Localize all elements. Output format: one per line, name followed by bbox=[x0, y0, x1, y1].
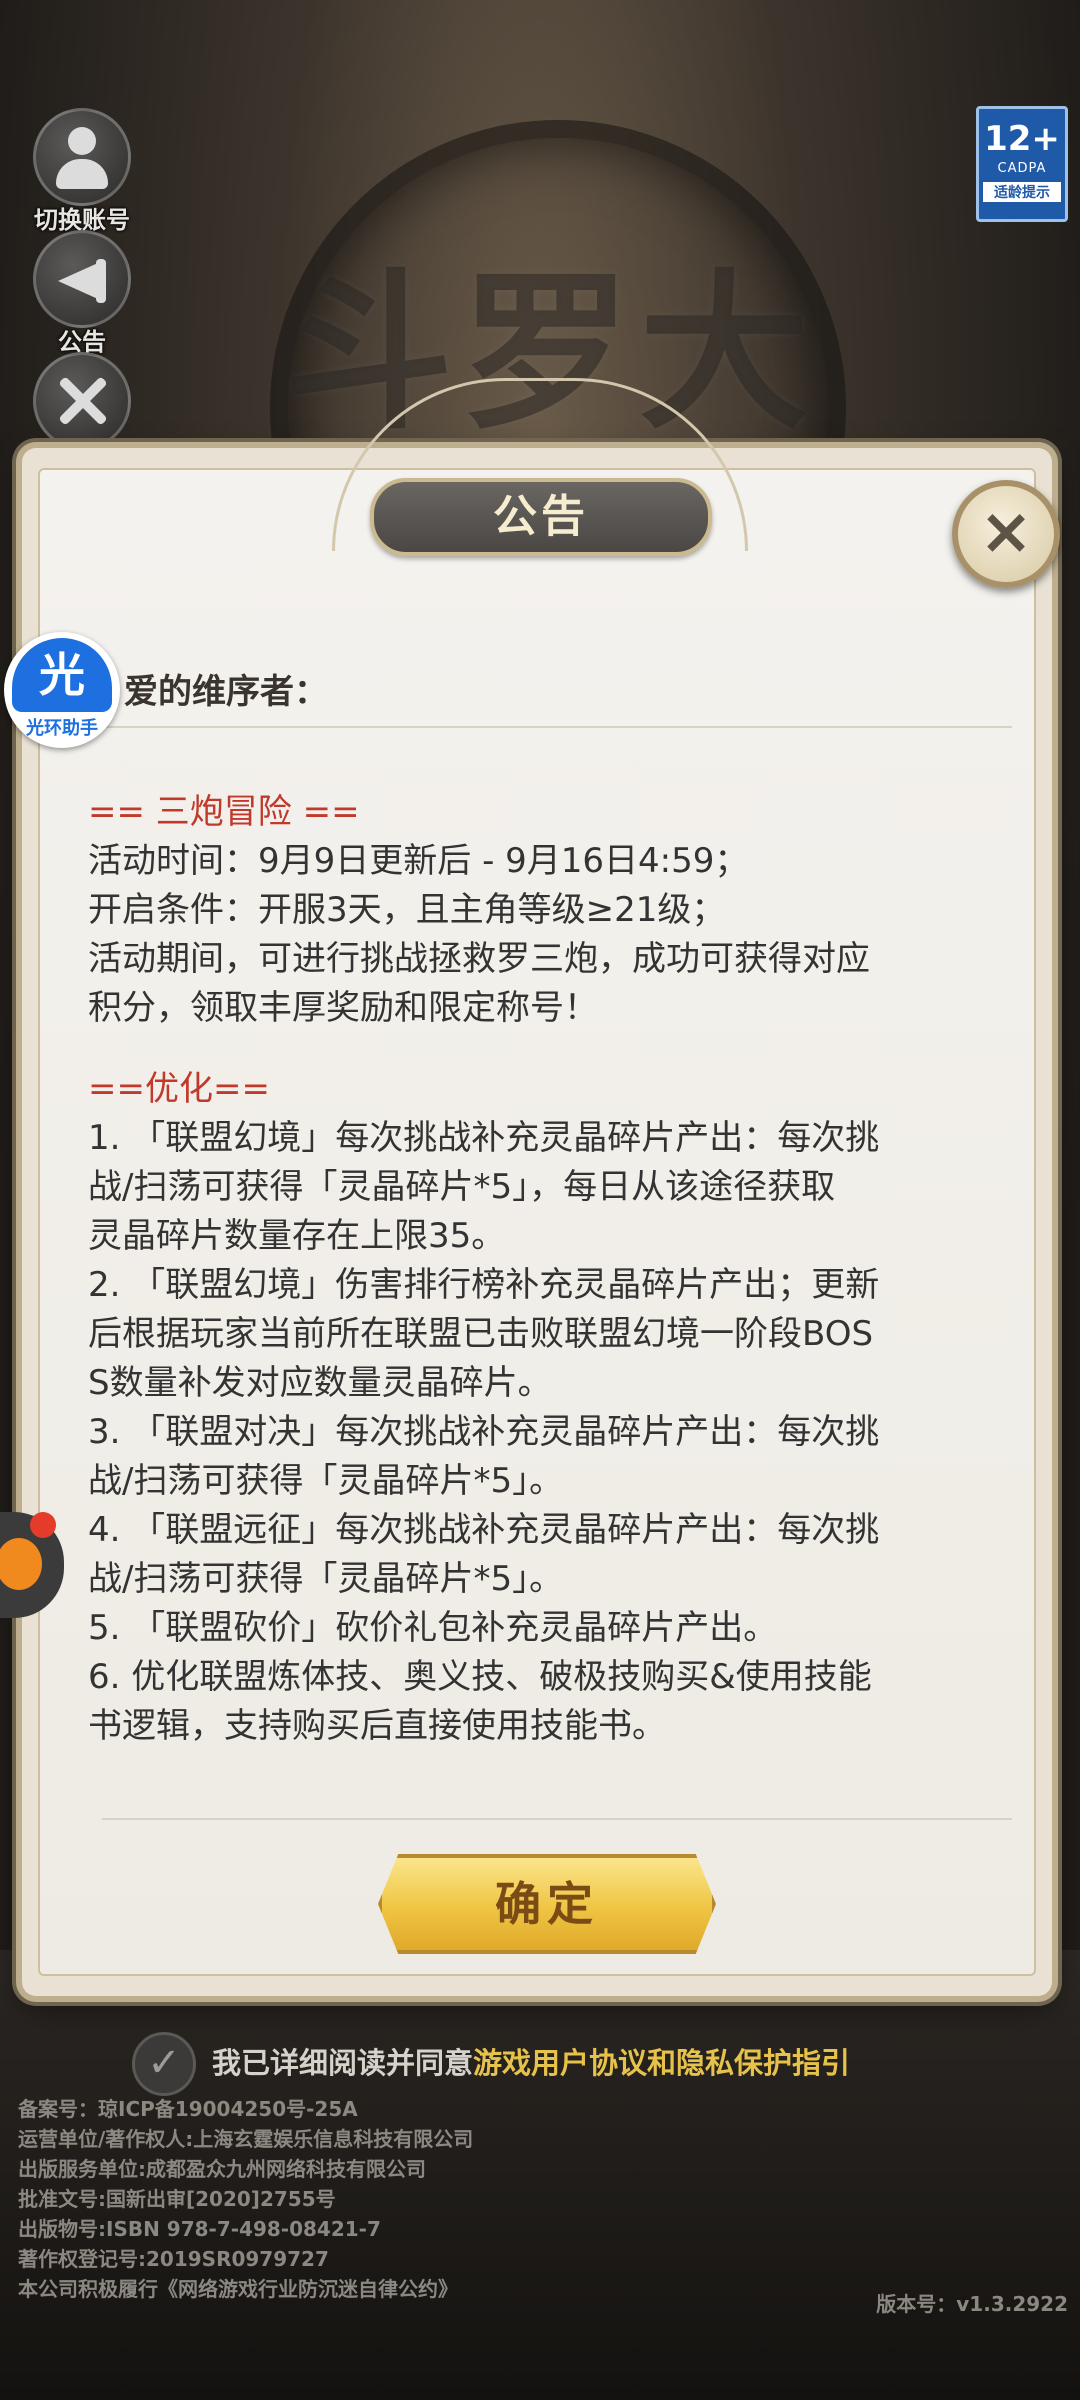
age-rating-badge[interactable]: 12+ CADPA 适龄提示 bbox=[976, 106, 1068, 222]
switch-account-button[interactable]: 切换账号 bbox=[22, 108, 142, 235]
content-line: 战/扫荡可获得「灵晶碎片*5」。 bbox=[88, 1559, 564, 1599]
content-line: 灵晶碎片数量存在上限35。 bbox=[88, 1216, 506, 1256]
footer-line: 出版物号:ISBN 978-7-498-08421-7 bbox=[18, 2217, 381, 2241]
megaphone-icon bbox=[33, 230, 131, 328]
footer-line: 备案号：琼ICP备19004250号-25A bbox=[18, 2097, 358, 2121]
close-icon: × bbox=[979, 495, 1033, 569]
content-line: 活动期间，可进行挑战拯救罗三炮，成功可获得对应 bbox=[88, 939, 870, 979]
content-line: 积分，领取丰厚奖励和限定称号！ bbox=[88, 988, 598, 1028]
announcement-content: == 三炮冒险 == 活动时间：9月9日更新后 - 9月16日4:59； 开启条… bbox=[88, 788, 1028, 1751]
assistant-logo-icon: 光 bbox=[12, 638, 112, 712]
person-icon bbox=[33, 108, 131, 206]
content-line: 开启条件：开服3天，且主角等级≥21级； bbox=[88, 890, 726, 930]
announcement-greeting: 爱的维序者： bbox=[124, 672, 328, 712]
notification-dot bbox=[30, 1512, 56, 1538]
agreement-prefix: 我已详细阅读并同意 bbox=[212, 2046, 474, 2080]
content-line: 5. 「联盟砍价」砍价礼包补充灵晶碎片产出。 bbox=[88, 1608, 778, 1648]
content-line: 活动时间：9月9日更新后 - 9月16日4:59； bbox=[88, 841, 749, 881]
footer-line: 著作权登记号:2019SR0979727 bbox=[18, 2247, 329, 2271]
agreement-checkbox[interactable]: ✓ bbox=[132, 2032, 196, 2096]
assistant-caption: 光环助手 bbox=[26, 718, 98, 739]
age-rating-tip: 适龄提示 bbox=[983, 182, 1061, 202]
tools-icon bbox=[33, 352, 131, 450]
content-line: 4. 「联盟远征」每次挑战补充灵晶碎片产出：每次挑 bbox=[88, 1510, 880, 1550]
footer-line: 批准文号:国新出审[2020]2755号 bbox=[18, 2187, 336, 2211]
agreement-row: ✓ 我已详细阅读并同意游戏用户协议和隐私保护指引 bbox=[132, 2032, 1032, 2096]
footer-line: 运营单位/著作权人:上海玄霆娱乐信息科技有限公司 bbox=[18, 2127, 474, 2151]
footer-divider bbox=[102, 1818, 1012, 1820]
agreement-text: 我已详细阅读并同意游戏用户协议和隐私保护指引 bbox=[212, 2040, 850, 2082]
assistant-float-button[interactable]: 光 光环助手 bbox=[4, 632, 120, 748]
section-heading: == 三炮冒险 == bbox=[88, 792, 360, 832]
content-line: 6. 优化联盟炼体技、奥义技、破极技购买&使用技能 bbox=[88, 1657, 872, 1697]
footer-line: 本公司积极履行《网络游戏行业防沉迷自律公约》 bbox=[18, 2277, 458, 2301]
close-button[interactable]: × bbox=[952, 480, 1060, 588]
confirm-button[interactable]: 确定 bbox=[378, 1854, 716, 1954]
content-line: 战/扫荡可获得「灵晶碎片*5」。 bbox=[88, 1461, 564, 1501]
content-line: 书逻辑，支持购买后直接使用技能书。 bbox=[88, 1706, 666, 1746]
content-line: 3. 「联盟对决」每次挑战补充灵晶碎片产出：每次挑 bbox=[88, 1412, 880, 1452]
age-rating-org: CADPA bbox=[997, 161, 1047, 176]
content-line: 2. 「联盟幻境」伤害排行榜补充灵晶碎片产出；更新 bbox=[88, 1265, 880, 1305]
greeting-divider bbox=[102, 726, 1012, 728]
notice-button[interactable]: 公告 bbox=[22, 230, 142, 357]
content-line: S数量补发对应数量灵晶碎片。 bbox=[88, 1363, 552, 1403]
section-heading: ==优化== bbox=[88, 1069, 270, 1109]
legal-footer: 备案号：琼ICP备19004250号-25A 运营单位/著作权人:上海玄霆娱乐信… bbox=[18, 2094, 473, 2304]
footer-line: 出版服务单位:成都盈众九州网络科技有限公司 bbox=[18, 2157, 426, 2181]
agreement-link[interactable]: 游戏用户协议和隐私保护指引 bbox=[473, 2046, 850, 2080]
age-rating-number: 12+ bbox=[984, 119, 1060, 159]
content-line: 1. 「联盟幻境」每次挑战补充灵晶碎片产出：每次挑 bbox=[88, 1118, 880, 1158]
content-line: 后根据玩家当前所在联盟已击败联盟幻境一阶段BOS bbox=[88, 1314, 874, 1354]
announcement-dialog: 公告 × 爱的维序者： == 三炮冒险 == 活动时间：9月9日更新后 - 9月… bbox=[22, 378, 1060, 1996]
content-line: 战/扫荡可获得「灵晶碎片*5」，每日从该途径获取 bbox=[88, 1167, 836, 1207]
version-label: 版本号：v1.3.2922 bbox=[876, 2292, 1068, 2316]
dialog-title: 公告 bbox=[370, 478, 712, 556]
